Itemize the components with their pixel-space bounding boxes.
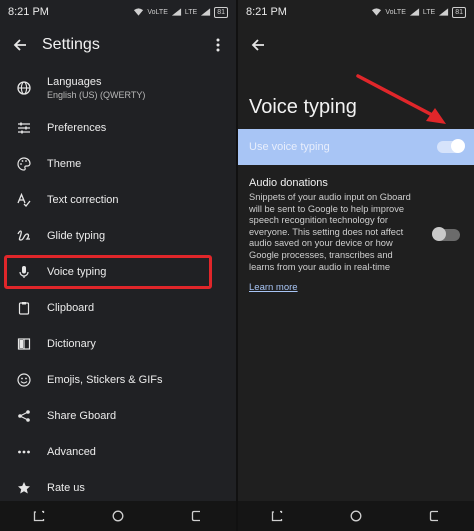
app-bar — [238, 24, 474, 66]
menu-item-label: Preferences — [47, 122, 107, 134]
menu-item-preferences[interactable]: Preferences — [0, 110, 236, 146]
recents-icon[interactable] — [31, 508, 47, 524]
app-bar: Settings — [0, 24, 236, 66]
audio-donations-section: Audio donations Snippets of your audio i… — [238, 165, 474, 295]
system-nav-bar — [0, 501, 236, 531]
settings-screen: 8:21 PM VoLTE LTE 81 Settings Languages … — [0, 0, 236, 531]
status-bar: 8:21 PM VoLTE LTE 81 — [0, 0, 236, 24]
audio-donations-toggle[interactable] — [432, 227, 460, 241]
wifi-icon — [134, 8, 144, 16]
status-icons: VoLTE LTE 81 — [133, 6, 228, 18]
menu-item-advanced[interactable]: Advanced — [0, 434, 236, 470]
dots-icon — [16, 444, 32, 460]
lte-badge: LTE — [422, 8, 436, 16]
menu-item-glide-typing[interactable]: Glide typing — [0, 218, 236, 254]
signal-icon-2 — [201, 8, 211, 16]
volte-badge: VoLTE — [147, 8, 168, 16]
menu-item-label: Emojis, Stickers & GIFs — [47, 374, 163, 386]
signal-icon — [171, 8, 181, 16]
audio-donations-title: Audio donations — [249, 177, 328, 189]
toggle-knob — [432, 227, 446, 241]
recents-icon[interactable] — [269, 508, 285, 524]
wifi-icon — [372, 8, 382, 16]
status-time: 8:21 PM — [246, 6, 287, 18]
palette-icon — [16, 156, 32, 172]
back-arrow-icon[interactable] — [10, 35, 30, 55]
system-nav-bar — [238, 501, 474, 531]
voice-typing-screen: 8:21 PM VoLTE LTE 81 Voice typing Use vo… — [238, 0, 474, 531]
menu-item-label: Theme — [47, 158, 82, 170]
emoji-icon — [16, 372, 32, 388]
clipboard-icon — [16, 300, 32, 316]
menu-item-sublabel: English (US) (QWERTY) — [47, 90, 146, 100]
battery-icon: 81 — [214, 6, 228, 18]
status-bar: 8:21 PM VoLTE LTE 81 — [238, 0, 474, 24]
gesture-icon — [16, 228, 32, 244]
highlight-box — [4, 255, 212, 289]
lte-badge: LTE — [184, 8, 198, 16]
menu-item-emojis[interactable]: Emojis, Stickers & GIFs — [0, 362, 236, 398]
menu-item-label: Dictionary — [47, 338, 96, 350]
menu-item-languages[interactable]: Languages English (US) (QWERTY) — [0, 66, 236, 110]
use-voice-typing-toggle[interactable] — [437, 139, 465, 153]
menu-item-clipboard[interactable]: Clipboard — [0, 290, 236, 326]
menu-item-label: Languages — [47, 76, 102, 88]
status-time: 8:21 PM — [8, 6, 49, 18]
menu-item-label: Glide typing — [47, 230, 106, 242]
learn-more-link[interactable]: Learn more — [249, 282, 298, 293]
back-nav-icon[interactable] — [427, 508, 443, 524]
use-voice-typing-row[interactable]: Use voice typing — [238, 129, 474, 165]
use-voice-typing-label: Use voice typing — [249, 141, 330, 153]
volte-badge: VoLTE — [385, 8, 406, 16]
menu-item-label: Advanced — [47, 446, 96, 458]
menu-item-label: Text correction — [47, 194, 119, 206]
share-icon — [16, 408, 32, 424]
menu-item-share-gboard[interactable]: Share Gboard — [0, 398, 236, 434]
book-icon — [16, 336, 32, 352]
signal-icon-2 — [439, 8, 449, 16]
menu-item-label: Share Gboard — [47, 410, 117, 422]
menu-item-label: Rate us — [47, 482, 85, 494]
status-icons: VoLTE LTE 81 — [371, 6, 466, 18]
signal-icon — [409, 8, 419, 16]
menu-item-theme[interactable]: Theme — [0, 146, 236, 182]
menu-item-label: Clipboard — [47, 302, 95, 314]
battery-icon: 81 — [452, 6, 466, 18]
page-title: Settings — [42, 36, 100, 53]
menu-item-text-correction[interactable]: Text correction — [0, 182, 236, 218]
home-icon[interactable] — [110, 508, 126, 524]
menu-item-dictionary[interactable]: Dictionary — [0, 326, 236, 362]
home-icon[interactable] — [348, 508, 364, 524]
audio-donations-description: Snippets of your audio input on Gboard w… — [249, 192, 411, 272]
menu-item-voice-typing[interactable]: Voice typing — [0, 254, 236, 290]
more-options-icon[interactable] — [210, 35, 226, 55]
text-correction-icon — [16, 192, 32, 208]
globe-icon — [16, 80, 32, 96]
mic-icon — [16, 264, 32, 280]
sliders-icon — [16, 120, 32, 136]
back-nav-icon[interactable] — [189, 508, 205, 524]
menu-item-label: Voice typing — [47, 266, 107, 278]
settings-menu: Languages English (US) (QWERTY) Preferen… — [0, 66, 236, 506]
page-title: Voice typing — [249, 96, 357, 118]
back-arrow-icon[interactable] — [248, 35, 268, 55]
star-icon — [16, 480, 32, 496]
toggle-knob — [451, 139, 465, 153]
